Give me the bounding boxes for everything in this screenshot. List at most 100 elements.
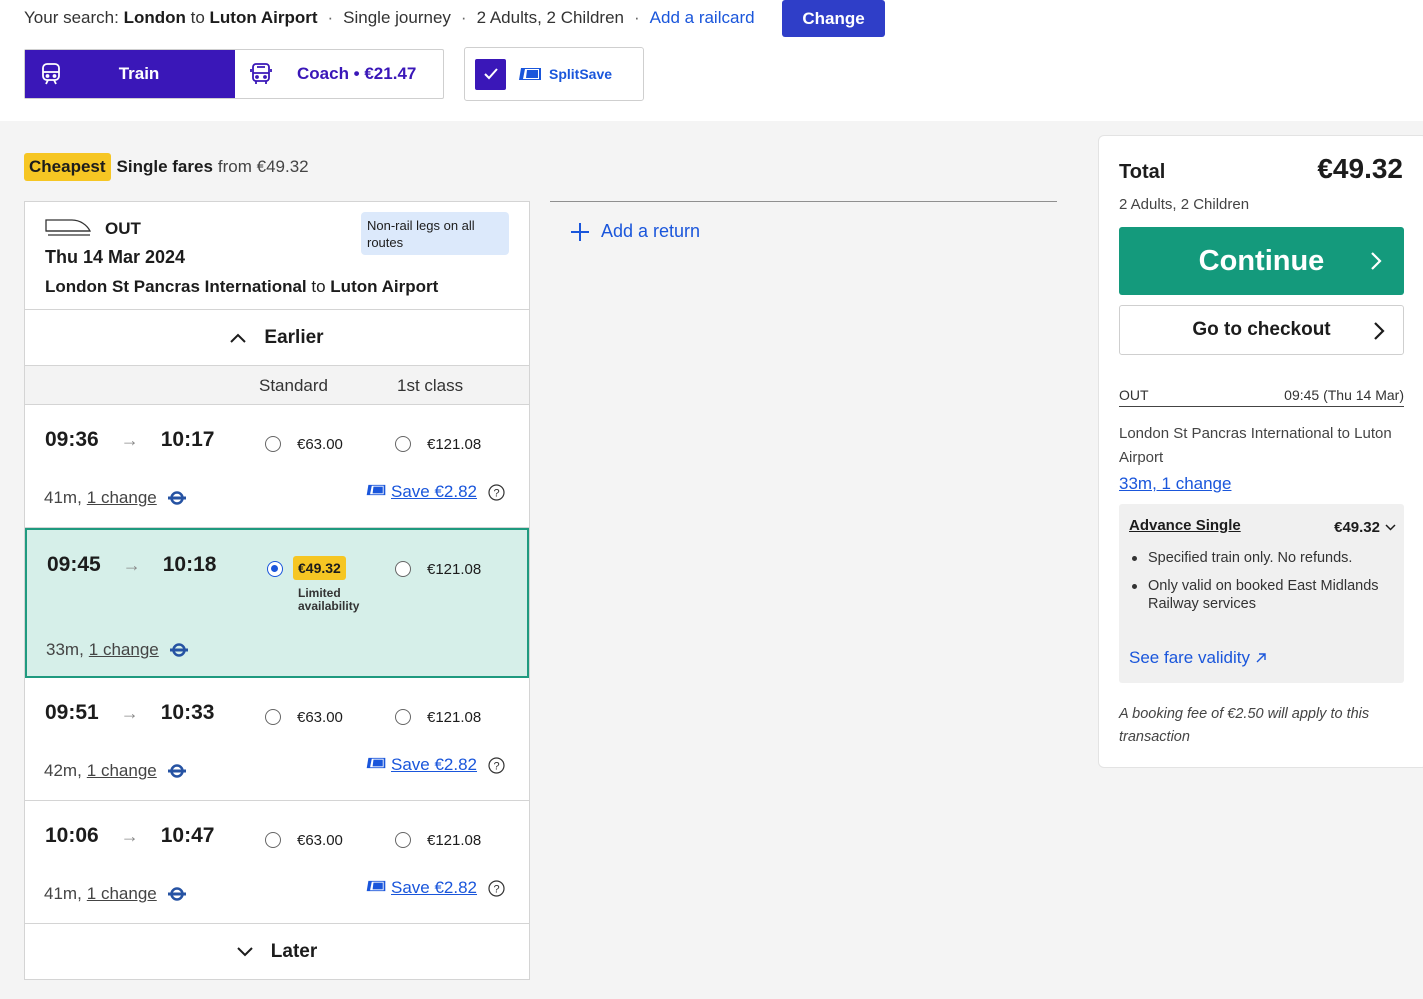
tab-train-label: Train <box>118 64 160 83</box>
origin-station: London St Pancras International <box>45 277 307 296</box>
splitsave-icon <box>365 878 387 898</box>
splitsave-label: SplitSave <box>549 66 613 82</box>
search-prefix: Your search: <box>24 8 119 27</box>
later-button[interactable]: Later <box>25 924 529 980</box>
summary-duration-link[interactable]: 33m, 1 change <box>1119 474 1231 494</box>
plus-icon <box>570 222 590 242</box>
first-class-fare-price: €121.08 <box>427 709 482 726</box>
route-to-word: to <box>311 277 326 296</box>
help-icon[interactable]: ? <box>488 879 505 897</box>
arrive-time: 10:47 <box>160 824 215 847</box>
fare-validity-link[interactable]: See fare validity <box>1129 648 1267 668</box>
first-class-fare-radio[interactable] <box>395 709 411 725</box>
fare-details: Advance Single €49.32 Specified train on… <box>1119 504 1404 683</box>
duration-text: 41m, <box>44 488 82 507</box>
continue-button[interactable]: Continue <box>1119 227 1404 295</box>
fare-name-link[interactable]: Advance Single <box>1129 517 1241 534</box>
arrow-right-icon: → <box>120 702 139 723</box>
splitsave-toggle[interactable]: SplitSave <box>464 47 644 101</box>
search-summary: Your search: London to Luton Airport · S… <box>24 0 755 36</box>
chevron-right-icon <box>1373 321 1385 341</box>
arrive-time: 10:33 <box>160 701 215 724</box>
separator-dot: · <box>634 8 640 27</box>
depart-time: 09:45 <box>47 553 101 576</box>
splitsave-icon <box>365 755 387 775</box>
first-class-fare-radio[interactable] <box>395 832 411 848</box>
add-railcard-link[interactable]: Add a railcard <box>650 8 755 28</box>
train-outline-icon <box>45 216 92 241</box>
journey-row[interactable]: 09:51 → 10:33 €63.00 €121.08 42m, 1 chan… <box>25 678 529 801</box>
standard-fare-radio[interactable] <box>265 436 281 452</box>
outbound-journey-card: OUT Non-rail legs on all routes Thu 14 M… <box>24 201 530 980</box>
changes-link[interactable]: 1 change <box>87 761 157 781</box>
changes-link[interactable]: 1 change <box>89 640 159 660</box>
splitsave-icon <box>365 482 387 502</box>
help-icon[interactable]: ? <box>488 756 505 774</box>
fare-condition: Specified train only. No refunds. <box>1129 549 1399 567</box>
chevron-down-icon <box>1385 524 1396 531</box>
standard-fare-radio-selected[interactable] <box>267 561 283 577</box>
journey-type: Single journey <box>343 8 451 27</box>
changes-link[interactable]: 1 change <box>87 488 157 508</box>
chevron-down-icon <box>237 947 253 957</box>
underground-icon <box>167 887 186 901</box>
booking-fee-note: A booking fee of €2.50 will apply to thi… <box>1119 706 1370 745</box>
non-rail-note: Non-rail legs on all routes <box>361 212 509 255</box>
svg-text:?: ? <box>493 760 499 772</box>
save-link[interactable]: Save €2.82 <box>391 878 477 898</box>
journey-row[interactable]: 10:06 → 10:47 €63.00 €121.08 41m, 1 chan… <box>25 801 529 924</box>
standard-fare-price: €63.00 <box>297 436 343 453</box>
search-to-word: to <box>190 8 205 27</box>
standard-fare-price: €63.00 <box>297 709 343 726</box>
svg-text:?: ? <box>493 487 499 499</box>
first-class-fare-radio[interactable] <box>395 436 411 452</box>
passenger-summary: 2 Adults, 2 Children <box>476 8 624 27</box>
journey-times: 09:36 → 10:17 <box>45 428 214 452</box>
depart-time: 10:06 <box>45 824 99 847</box>
first-class-fare-price: €121.08 <box>427 436 482 453</box>
duration-text: 41m, <box>44 884 82 903</box>
first-class-fare-radio[interactable] <box>395 561 411 577</box>
journey-route: London St Pancras International to Luton… <box>45 277 438 297</box>
fare-column-headers: Standard 1st class <box>25 365 529 405</box>
divider <box>550 201 1057 202</box>
underground-icon <box>169 643 188 657</box>
splitsave-offer: Save €2.82 ? <box>365 482 505 502</box>
earlier-button[interactable]: Earlier <box>25 309 529 365</box>
tab-coach[interactable]: Coach • €21.47 <box>235 50 443 98</box>
duration-text: 42m, <box>44 761 82 780</box>
change-search-button[interactable]: Change <box>782 0 885 37</box>
splitsave-icon <box>517 66 543 82</box>
from-price: from €49.32 <box>217 157 309 176</box>
standard-fare-radio[interactable] <box>265 832 281 848</box>
summary-out-label: OUT <box>1119 387 1149 403</box>
splitsave-offer: Save €2.82 ? <box>365 755 505 775</box>
checkbox-checked-icon[interactable] <box>475 58 506 90</box>
journey-duration: 33m, 1 change <box>46 640 188 660</box>
splitsave-offer: Save €2.82 ? <box>365 878 505 898</box>
save-link[interactable]: Save €2.82 <box>391 755 477 775</box>
arrive-time: 10:17 <box>160 428 215 451</box>
journey-duration: 42m, 1 change <box>44 761 186 781</box>
total-label: Total <box>1119 161 1166 183</box>
fare-price-toggle[interactable]: €49.32 <box>1334 519 1396 536</box>
external-link-icon <box>1255 652 1267 664</box>
checkout-label: Go to checkout <box>1192 319 1331 340</box>
add-return-button[interactable]: Add a return <box>570 221 700 242</box>
changes-link[interactable]: 1 change <box>87 884 157 904</box>
journey-row[interactable]: 09:36 → 10:17 €63.00 €121.08 41m, 1 chan… <box>25 405 529 528</box>
separator-dot: · <box>327 8 334 27</box>
cheapest-badge: Cheapest <box>24 153 111 181</box>
save-link[interactable]: Save €2.82 <box>391 482 477 502</box>
standard-fare-radio[interactable] <box>265 709 281 725</box>
depart-time: 09:51 <box>45 701 99 724</box>
fare-conditions: Specified train only. No refunds. Only v… <box>1129 549 1399 623</box>
help-icon[interactable]: ? <box>488 483 505 501</box>
go-to-checkout-button[interactable]: Go to checkout <box>1119 305 1404 355</box>
journey-duration: 41m, 1 change <box>44 488 186 508</box>
add-return-label: Add a return <box>601 221 701 241</box>
journey-date: Thu 14 Mar 2024 <box>45 247 186 267</box>
later-label: Later <box>270 941 318 962</box>
journey-row-selected[interactable]: 09:45 → 10:18 €49.32 Limited availabilit… <box>25 528 529 678</box>
tab-train[interactable]: Train <box>25 50 235 98</box>
